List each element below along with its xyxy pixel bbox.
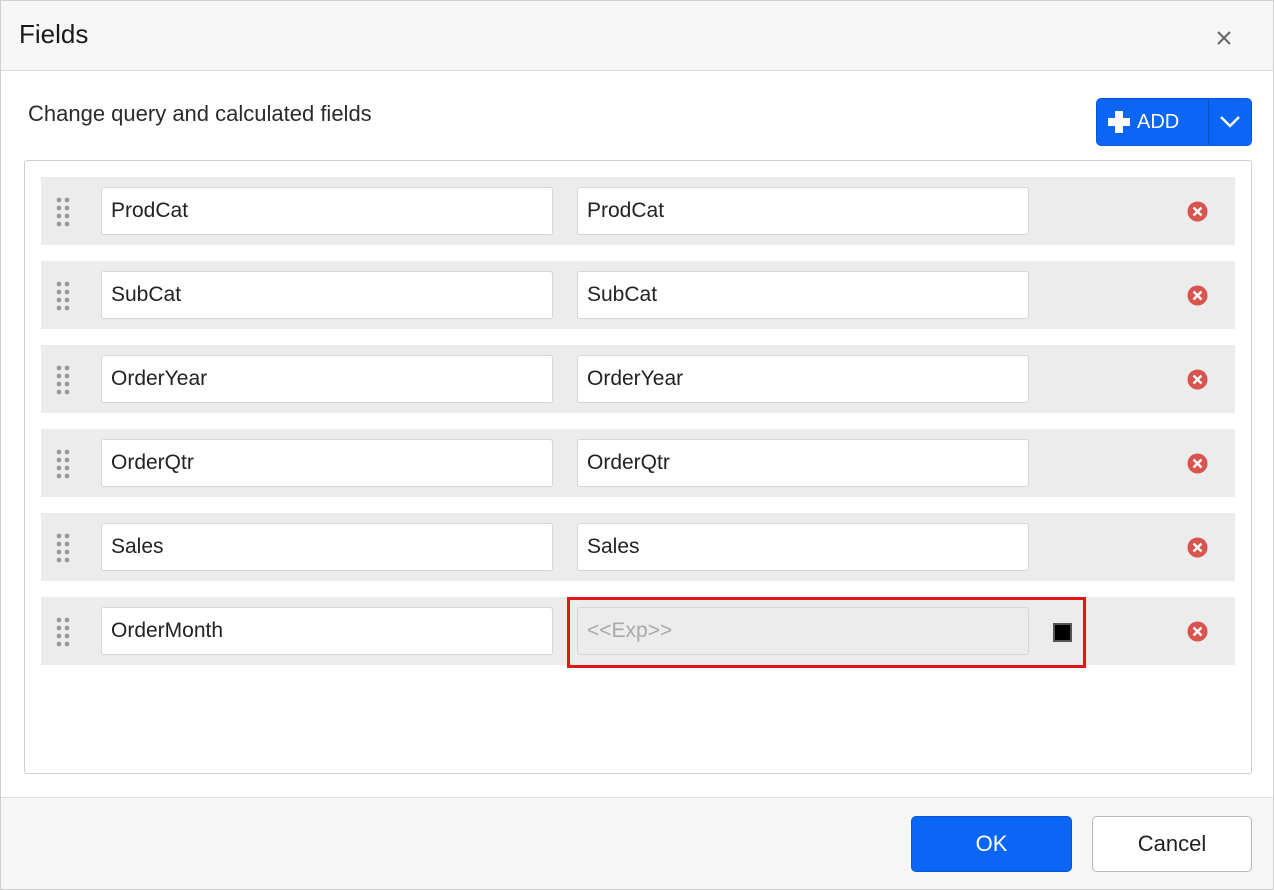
drag-handle-icon[interactable] (55, 281, 71, 311)
dialog-footer: OK Cancel (1, 797, 1273, 889)
drag-handle-icon[interactable] (55, 197, 71, 227)
field-expression-input[interactable] (577, 523, 1029, 571)
remove-field-icon[interactable] (1187, 285, 1208, 306)
field-name-input[interactable] (101, 355, 553, 403)
field-name-input[interactable] (101, 187, 553, 235)
fields-dialog: Fields Change query and calculated field… (0, 0, 1274, 890)
field-name-input[interactable] (101, 607, 553, 655)
plus-icon (1107, 110, 1131, 134)
remove-field-icon[interactable] (1187, 453, 1208, 474)
close-icon[interactable] (1215, 29, 1233, 47)
field-name-input[interactable] (101, 523, 553, 571)
field-expression-input[interactable] (577, 187, 1029, 235)
field-name-input[interactable] (101, 439, 553, 487)
dialog-header: Fields (1, 1, 1273, 71)
field-row (41, 597, 1235, 668)
section-title: Change query and calculated fields (28, 101, 372, 126)
remove-field-icon[interactable] (1187, 537, 1208, 558)
drag-handle-icon[interactable] (55, 449, 71, 479)
cancel-button[interactable]: Cancel (1092, 816, 1252, 872)
field-expression-input[interactable] (577, 271, 1029, 319)
field-row (41, 513, 1235, 581)
remove-field-icon[interactable] (1187, 201, 1208, 222)
field-expression-input[interactable] (577, 439, 1029, 487)
field-row (41, 261, 1235, 329)
add-button[interactable]: ADD (1097, 99, 1208, 145)
field-expression-input[interactable] (577, 607, 1029, 655)
field-row (41, 429, 1235, 497)
add-split-button: ADD (1096, 98, 1252, 146)
drag-handle-icon[interactable] (55, 533, 71, 563)
add-button-label: ADD (1137, 110, 1180, 133)
chevron-down-icon (1219, 116, 1240, 128)
remove-field-icon[interactable] (1187, 621, 1208, 642)
field-expression-input[interactable] (577, 355, 1029, 403)
field-row (41, 177, 1235, 245)
dialog-title: Fields (19, 19, 89, 49)
field-row (41, 345, 1235, 413)
field-name-input[interactable] (101, 271, 553, 319)
drag-handle-icon[interactable] (55, 365, 71, 395)
add-dropdown-button[interactable] (1207, 99, 1251, 145)
expression-editor-toggle[interactable] (1053, 623, 1072, 642)
ok-button[interactable]: OK (911, 816, 1072, 872)
drag-handle-icon[interactable] (55, 617, 71, 647)
close-button[interactable] (1209, 23, 1239, 53)
fields-list (24, 160, 1252, 774)
remove-field-icon[interactable] (1187, 369, 1208, 390)
